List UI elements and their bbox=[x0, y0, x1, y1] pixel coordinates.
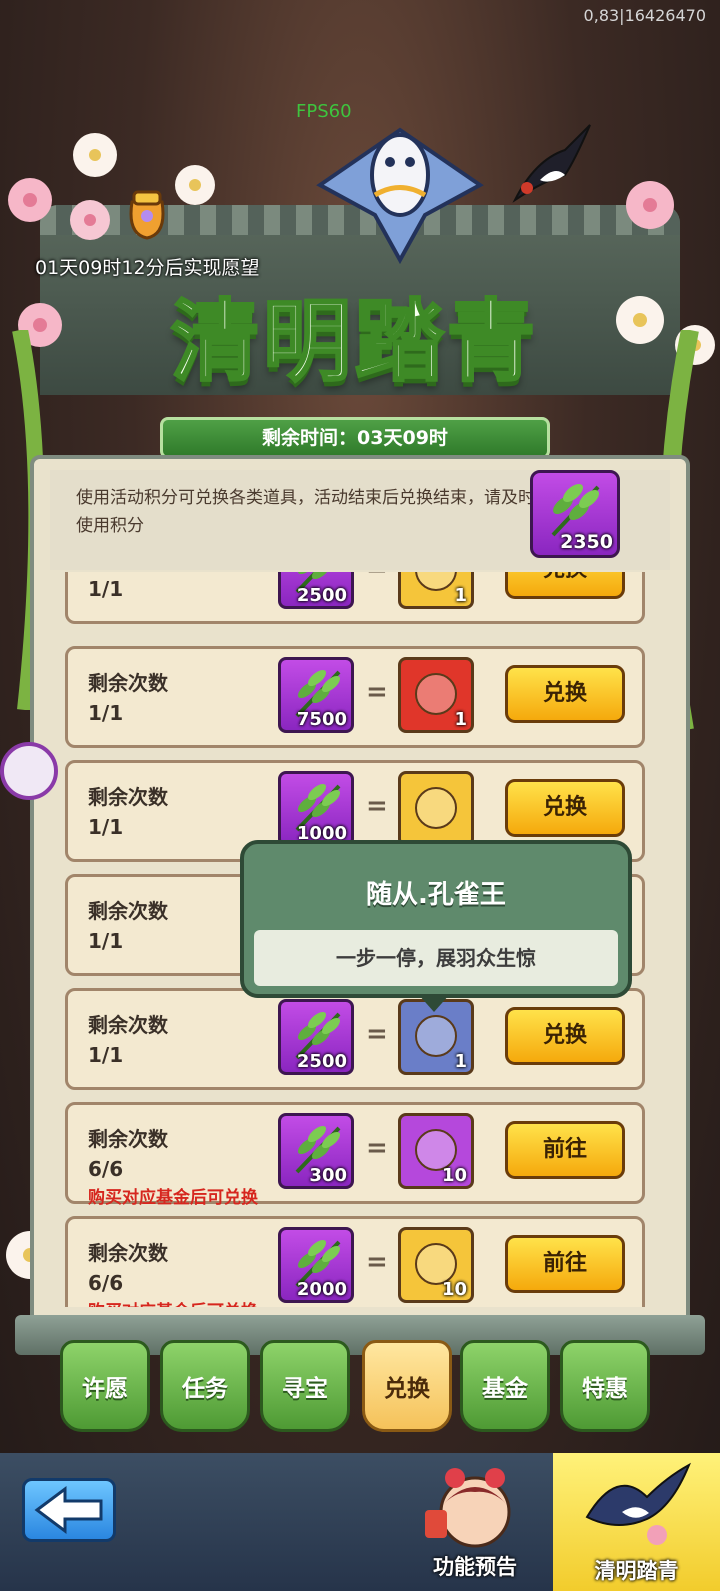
remaining-count: 1/1 bbox=[88, 701, 124, 725]
kite-icon bbox=[316, 127, 484, 265]
exchange-row: 剩余次数 6/6 购买对应基金后可兑换 300 = 10 前往 bbox=[65, 1102, 645, 1208]
tooltip-description: 一步一停，展羽众生惊 bbox=[254, 930, 618, 986]
tab-1[interactable]: 任务 bbox=[160, 1340, 250, 1432]
tooltip-title: 随从.孔雀王 bbox=[366, 880, 506, 910]
tooltip-arrow bbox=[418, 994, 450, 1012]
cost-value: 300 bbox=[309, 1165, 347, 1186]
points-balance: 2350 bbox=[530, 470, 620, 558]
reward-quantity: 10 bbox=[441, 1279, 467, 1300]
cost-tile: 300 bbox=[278, 1113, 354, 1189]
qingming-event-label: 清明踏青 bbox=[594, 1559, 679, 1583]
float-logo-icon[interactable] bbox=[0, 742, 58, 800]
qingming-event-button[interactable]: 清明踏青 bbox=[553, 1453, 720, 1591]
swallow-icon bbox=[512, 124, 591, 203]
girl-avatar-icon bbox=[425, 1468, 511, 1548]
item-tooltip: 随从.孔雀王 一步一停，展羽众生惊 bbox=[240, 840, 632, 998]
blossom-icon bbox=[626, 181, 674, 229]
remaining-count: 1/1 bbox=[88, 929, 124, 953]
equals-sign: = bbox=[366, 572, 388, 583]
reward-tile[interactable]: 1 bbox=[398, 657, 474, 733]
reward-quantity: 1 bbox=[454, 709, 467, 730]
reward-quantity: 10 bbox=[441, 1165, 467, 1186]
remaining-label: 剩余次数 bbox=[88, 1241, 168, 1265]
reward-tile[interactable]: 1 bbox=[398, 572, 474, 609]
cost-tile: 2500 bbox=[278, 999, 354, 1075]
cost-value: 2000 bbox=[296, 1279, 347, 1300]
tab-0[interactable]: 许愿 bbox=[60, 1340, 150, 1432]
reward-tile[interactable]: 10 bbox=[398, 1113, 474, 1189]
exchange-button[interactable]: 兑换 bbox=[505, 572, 625, 599]
remaining-count: 6/6 bbox=[88, 1157, 124, 1181]
event-title: 清明踏青 bbox=[169, 289, 539, 395]
remaining-label: 剩余次数 bbox=[88, 1013, 168, 1037]
remaining-count: 1/1 bbox=[88, 577, 124, 601]
remaining-count: 1/1 bbox=[88, 1043, 124, 1067]
cost-tile: 2000 bbox=[278, 1227, 354, 1303]
exchange-row: 剩余次数 1/1 2500 = 1 兑换 bbox=[65, 988, 645, 1090]
equals-sign: = bbox=[366, 1019, 388, 1049]
remaining-label: 剩余次数 bbox=[88, 671, 168, 695]
feature-preview-label: 功能预告 bbox=[433, 1555, 517, 1579]
exchange-row: 剩余次数1/12500=1兑换 bbox=[65, 572, 645, 624]
game-screen: 0,83|16426470 FPS60 01天09时12分后实现愿望 清明踏青 … bbox=[0, 0, 720, 1591]
reward-quantity: 1 bbox=[454, 585, 467, 606]
tab-5[interactable]: 特惠 bbox=[560, 1340, 650, 1432]
exchange-row: 剩余次数 6/6 购买对应基金后可兑换 2000 = 10 前往 bbox=[65, 1216, 645, 1307]
swallow-icon bbox=[585, 1462, 691, 1545]
reward-tile[interactable]: 10 bbox=[398, 1227, 474, 1303]
cost-tile: 2500 bbox=[278, 572, 354, 609]
cost-tile: 1000 bbox=[278, 771, 354, 847]
equals-sign: = bbox=[366, 1247, 388, 1277]
lucky-bag-icon[interactable] bbox=[122, 184, 172, 240]
remaining-count: 1/1 bbox=[88, 815, 124, 839]
equals-sign: = bbox=[366, 1133, 388, 1163]
wish-countdown: 01天09时12分后实现愿望 bbox=[35, 257, 260, 279]
cost-value: 7500 bbox=[296, 709, 347, 730]
exchange-button[interactable]: 兑换 bbox=[505, 665, 625, 723]
points-value: 2350 bbox=[560, 531, 613, 553]
exchange-row: 剩余次数 1/1 7500 = 1 兑换 bbox=[65, 646, 645, 748]
reward-tile[interactable] bbox=[398, 771, 474, 847]
equals-sign: = bbox=[366, 677, 388, 707]
back-button[interactable] bbox=[22, 1478, 116, 1542]
remaining-label: 剩余次数 bbox=[88, 1127, 168, 1151]
cost-value: 2500 bbox=[296, 585, 347, 606]
feature-preview-button[interactable]: 功能预告 bbox=[415, 1462, 535, 1587]
fund-requirement-note: 购买对应基金后可兑换 bbox=[88, 1297, 258, 1307]
tab-3[interactable]: 兑换 bbox=[362, 1340, 452, 1432]
debug-stats: 0,83|16426470 bbox=[583, 6, 706, 25]
exchange-button[interactable]: 兑换 bbox=[505, 779, 625, 837]
tab-4[interactable]: 基金 bbox=[460, 1340, 550, 1432]
tab-2[interactable]: 寻宝 bbox=[260, 1340, 350, 1432]
reward-item-icon bbox=[415, 787, 457, 829]
exchange-button[interactable]: 前往 bbox=[505, 1121, 625, 1179]
remaining-label: 剩余次数 bbox=[88, 785, 168, 809]
reward-quantity: 1 bbox=[454, 1051, 467, 1072]
equals-sign: = bbox=[366, 791, 388, 821]
fps-counter: FPS60 bbox=[296, 101, 352, 122]
remaining-count: 6/6 bbox=[88, 1271, 124, 1295]
exchange-button[interactable]: 前往 bbox=[505, 1235, 625, 1293]
cost-tile: 7500 bbox=[278, 657, 354, 733]
fund-requirement-note: 购买对应基金后可兑换 bbox=[88, 1188, 258, 1208]
back-arrow-icon bbox=[34, 1486, 103, 1534]
cost-value: 2500 bbox=[296, 1051, 347, 1072]
remaining-label: 剩余次数 bbox=[88, 899, 168, 923]
exchange-button[interactable]: 兑换 bbox=[505, 1007, 625, 1065]
remaining-time-banner: 剩余时间：03天09时 bbox=[160, 417, 550, 459]
exchange-info-text: 使用活动积分可兑换各类道具，活动结束后兑换结束，请及时使用积分 bbox=[76, 488, 535, 536]
